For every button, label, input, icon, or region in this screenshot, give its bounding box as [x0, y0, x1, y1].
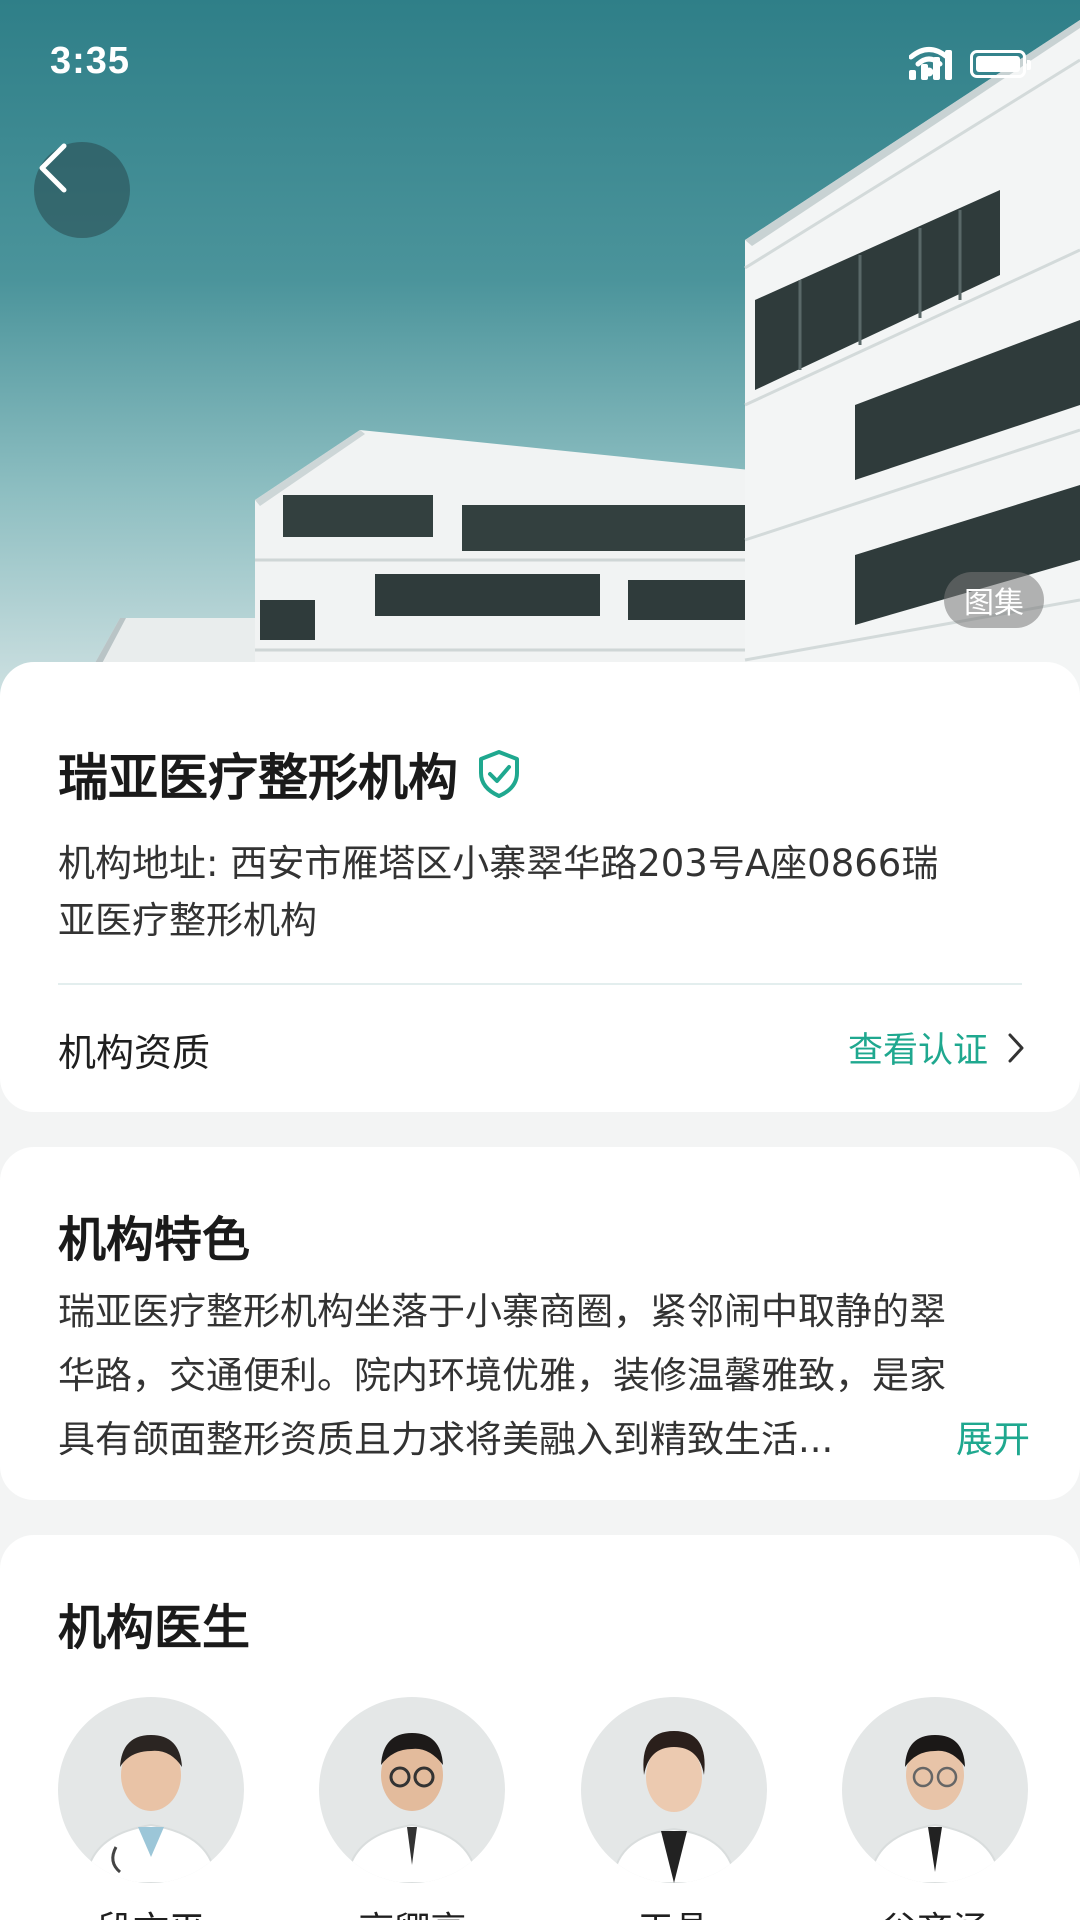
institution-name: 瑞亚医疗整形机构: [58, 749, 458, 807]
expand-button[interactable]: 展开: [956, 1408, 1030, 1472]
doctor-item[interactable]: 高卿亮: [319, 1697, 506, 1920]
doctor-name: 谷齐涵: [881, 1901, 989, 1920]
features-description: 瑞亚医疗整形机构坐落于小寨商圈，紧邻闹中取静的翠 华路，交通便利。院内环境优雅，…: [58, 1280, 1030, 1472]
shield-check-icon: [479, 750, 519, 798]
status-bar: 3:35: [0, 0, 1080, 130]
doctor-avatar: [58, 1697, 244, 1883]
chevron-left-icon: [39, 143, 67, 193]
features-line: 具有颌面整形资质且力求将美融入到精致生活...: [58, 1418, 834, 1461]
doctor-avatar: [841, 1697, 1028, 1883]
doctor-item[interactable]: 谷齐涵: [841, 1697, 1028, 1920]
doctors-title: 机构医生: [58, 1600, 251, 1656]
battery-icon: [970, 50, 1031, 78]
view-certification-link[interactable]: 查看认证: [848, 1022, 1026, 1073]
doctor-name: 高卿亮: [358, 1901, 466, 1920]
features-title: 机构特色: [58, 1212, 251, 1268]
doctor-name: 王晶: [638, 1901, 710, 1920]
view-certification-label: 查看认证: [847, 1031, 988, 1071]
doctor-item[interactable]: 王晶: [580, 1697, 767, 1920]
institution-address: 机构地址: 西安市雁塔区小寨翠华路203号A座0866瑞 亚医疗整形机构: [58, 835, 1028, 949]
back-button[interactable]: [34, 142, 130, 238]
divider: [58, 983, 1022, 985]
features-line: 瑞亚医疗整形机构坐落于小寨商圈，紧邻闹中取静的翠: [58, 1290, 946, 1333]
institution-title-row: 瑞亚医疗整形机构: [58, 738, 522, 810]
doctor-avatar: [319, 1697, 506, 1883]
features-line: 华路，交通便利。院内环境优雅，装修温馨雅致，是家: [58, 1354, 946, 1397]
doctor-avatar: [580, 1697, 767, 1883]
doctor-list: 段文平 高卿亮 王晶: [58, 1697, 1028, 1920]
doctor-name: 段文平: [97, 1901, 205, 1920]
hero-image: 3:35 图集: [0, 0, 1080, 700]
qualification-label: 机构资质: [58, 1031, 211, 1075]
address-line: 亚医疗整形机构: [58, 899, 317, 942]
status-icons: [909, 46, 1031, 82]
status-time: 3:35: [50, 40, 131, 82]
features-last-line: 具有颌面整形资质且力求将美融入到精致生活... 展开: [58, 1408, 1030, 1472]
address-line: 机构地址: 西安市雁塔区小寨翠华路203号A座0866瑞: [58, 842, 939, 885]
wifi-icon: [909, 47, 949, 77]
chevron-right-icon: [1008, 1033, 1024, 1062]
doctor-item[interactable]: 段文平: [58, 1697, 244, 1920]
gallery-button[interactable]: 图集: [944, 572, 1044, 628]
